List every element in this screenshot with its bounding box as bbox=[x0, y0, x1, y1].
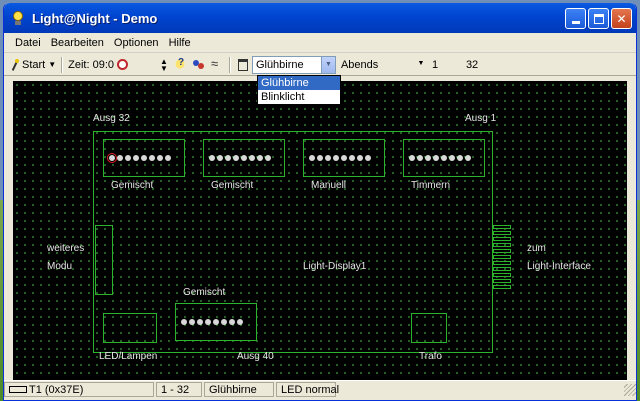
group-label-bottom: Gemischt bbox=[183, 287, 226, 298]
led-row-2[interactable] bbox=[209, 155, 271, 161]
app-window: Light@Night - Demo ✕ Datei Bearbeiten Op… bbox=[3, 3, 637, 401]
wand-icon bbox=[10, 58, 20, 71]
menu-datei[interactable]: Datei bbox=[10, 37, 46, 49]
led-lampen-box[interactable] bbox=[103, 313, 157, 343]
menu-optionen[interactable]: Optionen bbox=[109, 37, 164, 49]
label-ausg-1: Ausg 1 bbox=[465, 113, 497, 124]
menu-hilfe[interactable]: Hilfe bbox=[164, 37, 196, 49]
led-row-3[interactable] bbox=[309, 155, 371, 161]
label-light-interface: Light-Interface bbox=[527, 261, 591, 272]
label-ausg-32: Ausg 32 bbox=[93, 113, 130, 124]
label-led-lampen: LED/Lampen bbox=[99, 351, 158, 362]
num-field-1[interactable]: 1 bbox=[428, 56, 462, 74]
app-bulb-icon bbox=[10, 10, 26, 26]
spin-icon[interactable]: ▲ ▼ bbox=[160, 57, 168, 72]
group-label-2: Gemischt bbox=[211, 180, 254, 191]
status-device: T1 (0x37E) bbox=[4, 382, 154, 397]
chevron-down-icon[interactable]: ▼ bbox=[414, 56, 428, 72]
num-field-2[interactable]: 32 bbox=[462, 56, 502, 74]
status-device-text: T1 (0x37E) bbox=[29, 383, 84, 396]
label-modu: Modu bbox=[47, 261, 73, 272]
wave-icon[interactable] bbox=[210, 56, 224, 72]
chevron-down-icon: ▼ bbox=[48, 60, 57, 69]
menu-bar: Datei Bearbeiten Optionen Hilfe bbox=[4, 33, 636, 53]
people-icon[interactable] bbox=[192, 58, 206, 72]
label-trafo: Trafo bbox=[419, 351, 442, 362]
led-selected[interactable] bbox=[107, 153, 117, 163]
zeit-label: Zeit: 09:0 bbox=[68, 58, 115, 71]
interface-connector-pins[interactable] bbox=[493, 225, 511, 289]
close-icon: ✕ bbox=[616, 11, 627, 26]
trash-icon[interactable] bbox=[237, 58, 248, 71]
layout-canvas[interactable]: Ausg 32 Ausg 1 Gemischt Gemischt Manuell… bbox=[13, 81, 627, 381]
device-indicator-icon bbox=[9, 386, 27, 393]
help-icon[interactable] bbox=[173, 57, 188, 72]
toolbar-separator bbox=[61, 56, 64, 73]
clock-icon bbox=[117, 59, 129, 70]
maximize-icon bbox=[593, 13, 604, 24]
group-label-1: Gemischt bbox=[111, 180, 154, 191]
start-button[interactable]: Start ▼ bbox=[8, 56, 58, 74]
status-range: 1 - 32 bbox=[156, 382, 202, 397]
led-row-4[interactable] bbox=[409, 155, 471, 161]
led-row-1[interactable] bbox=[107, 153, 171, 163]
label-weiteres: weiteres bbox=[47, 243, 85, 254]
lamp-type-combo[interactable]: Glühbirne ▼ bbox=[251, 55, 336, 74]
status-type: Glühbirne bbox=[204, 382, 274, 397]
title-bar[interactable]: Light@Night - Demo ✕ bbox=[4, 3, 636, 33]
trafo-box[interactable] bbox=[411, 313, 447, 343]
label-zum: zum bbox=[527, 243, 546, 254]
toolbar: Start ▼ Zeit: 09:0 ▲▼ Glühbirne ▼ Abends… bbox=[4, 54, 636, 76]
dropdown-option-gluehbirne[interactable]: Glühbirne bbox=[258, 76, 340, 90]
start-label: Start bbox=[22, 58, 46, 71]
maximize-button[interactable] bbox=[588, 8, 609, 29]
led-row-bottom[interactable] bbox=[181, 319, 243, 325]
chevron-down-icon[interactable]: ▼ bbox=[320, 56, 335, 73]
mode-value: Abends bbox=[340, 58, 379, 71]
menu-bearbeiten[interactable]: Bearbeiten bbox=[46, 37, 109, 49]
display-name: Light-Display1 bbox=[303, 261, 367, 272]
zeit-display[interactable]: Zeit: 09:0 bbox=[66, 56, 130, 74]
window-title: Light@Night - Demo bbox=[32, 10, 158, 26]
close-button[interactable]: ✕ bbox=[611, 8, 632, 29]
dropdown-option-blinklicht[interactable]: Blinklicht bbox=[258, 90, 340, 104]
status-mode: LED normal bbox=[276, 382, 339, 397]
lamp-type-value: Glühbirne bbox=[255, 58, 304, 71]
toolbar-separator bbox=[228, 56, 231, 73]
group-label-3: Manuell bbox=[311, 180, 347, 191]
resize-grip-icon[interactable] bbox=[624, 383, 636, 396]
left-connector[interactable] bbox=[95, 225, 113, 295]
lamp-type-dropdown-list: Glühbirne Blinklicht bbox=[257, 75, 341, 105]
group-label-4: Timmern bbox=[411, 180, 451, 191]
mode-combo[interactable]: Abends ▼ bbox=[338, 56, 428, 74]
minimize-icon bbox=[571, 21, 580, 24]
status-bar: T1 (0x37E) 1 - 32 Glühbirne LED normal bbox=[4, 380, 636, 398]
minimize-button[interactable] bbox=[565, 8, 586, 29]
label-ausg-40: Ausg 40 bbox=[237, 351, 274, 362]
